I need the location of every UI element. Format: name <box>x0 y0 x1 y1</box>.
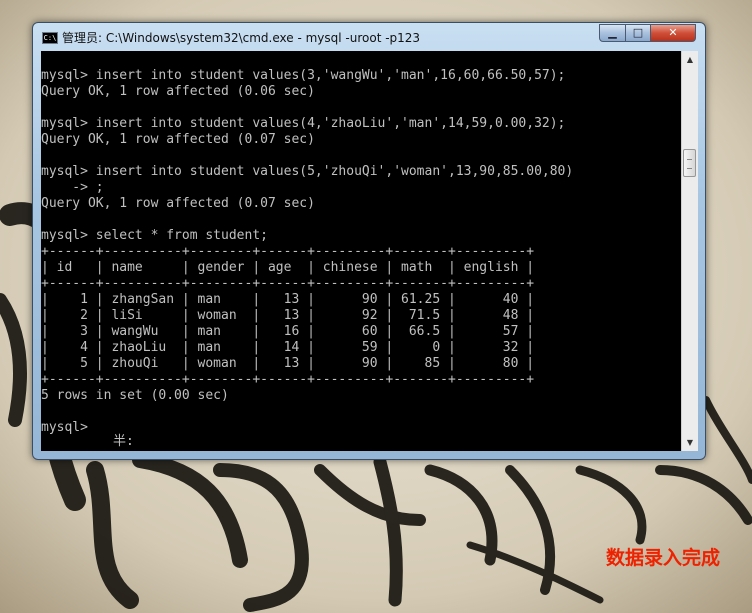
maximize-icon: □ <box>632 26 644 39</box>
vertical-scrollbar[interactable]: ▲ ▼ <box>681 51 698 451</box>
console-line: mysql> select * from student; <box>41 228 268 243</box>
console-output[interactable]: mysql> insert into student values(3,'wan… <box>41 51 681 451</box>
scroll-up-arrow-icon[interactable]: ▲ <box>682 51 698 68</box>
console-line: Query OK, 1 row affected (0.07 sec) <box>41 132 315 147</box>
caption-text: 数据录入完成 <box>606 547 721 569</box>
console-line: mysql> insert into student values(4,'zha… <box>41 116 566 131</box>
maximize-button[interactable]: □ <box>625 24 651 42</box>
console-line: | 3 | wangWu | man | 16 | 60 | 66.5 | 57… <box>41 324 535 339</box>
console-line: | 2 | liSi | woman | 13 | 92 | 71.5 | 48… <box>41 308 535 323</box>
console-line: +------+----------+--------+------+-----… <box>41 372 535 387</box>
console-line: | 4 | zhaoLiu | man | 14 | 59 | 0 | 32 | <box>41 340 535 355</box>
close-icon: ✕ <box>668 26 678 39</box>
scroll-down-arrow-icon[interactable]: ▼ <box>682 434 698 451</box>
console-line: +------+----------+--------+------+-----… <box>41 244 535 259</box>
cmd-icon[interactable]: C:\ <box>42 32 58 44</box>
title-bar[interactable]: C:\ 管理员: C:\Windows\system32\cmd.exe - m… <box>33 23 705 51</box>
console-lines: mysql> insert into student values(3,'wan… <box>41 68 573 436</box>
console-line: mysql> insert into student values(5,'zho… <box>41 164 574 179</box>
thumb-grip-icon <box>687 159 692 169</box>
console-line: +------+----------+--------+------+-----… <box>41 276 535 291</box>
console-line: Query OK, 1 row affected (0.07 sec) <box>41 196 315 211</box>
console-line: mysql> insert into student values(3,'wan… <box>41 68 566 83</box>
close-button[interactable]: ✕ <box>650 24 696 42</box>
minimize-button[interactable]: ▁ <box>599 24 626 42</box>
console-line: 5 rows in set (0.00 sec) <box>41 388 229 403</box>
window-title: 管理员: C:\Windows\system32\cmd.exe - mysql… <box>62 31 421 45</box>
ime-status: 半: <box>113 434 134 449</box>
cmd-window[interactable]: C:\ 管理员: C:\Windows\system32\cmd.exe - m… <box>32 22 706 460</box>
console-line: | 1 | zhangSan | man | 13 | 90 | 61.25 |… <box>41 292 535 307</box>
console-line: -> ; <box>41 180 104 195</box>
minimize-icon: ▁ <box>608 26 617 39</box>
scroll-thumb[interactable] <box>683 149 696 177</box>
console-line: | id | name | gender | age | chinese | m… <box>41 260 535 275</box>
console-line: Query OK, 1 row affected (0.06 sec) <box>41 84 315 99</box>
console-line: | 5 | zhouQi | woman | 13 | 90 | 85 | 80… <box>41 356 535 371</box>
